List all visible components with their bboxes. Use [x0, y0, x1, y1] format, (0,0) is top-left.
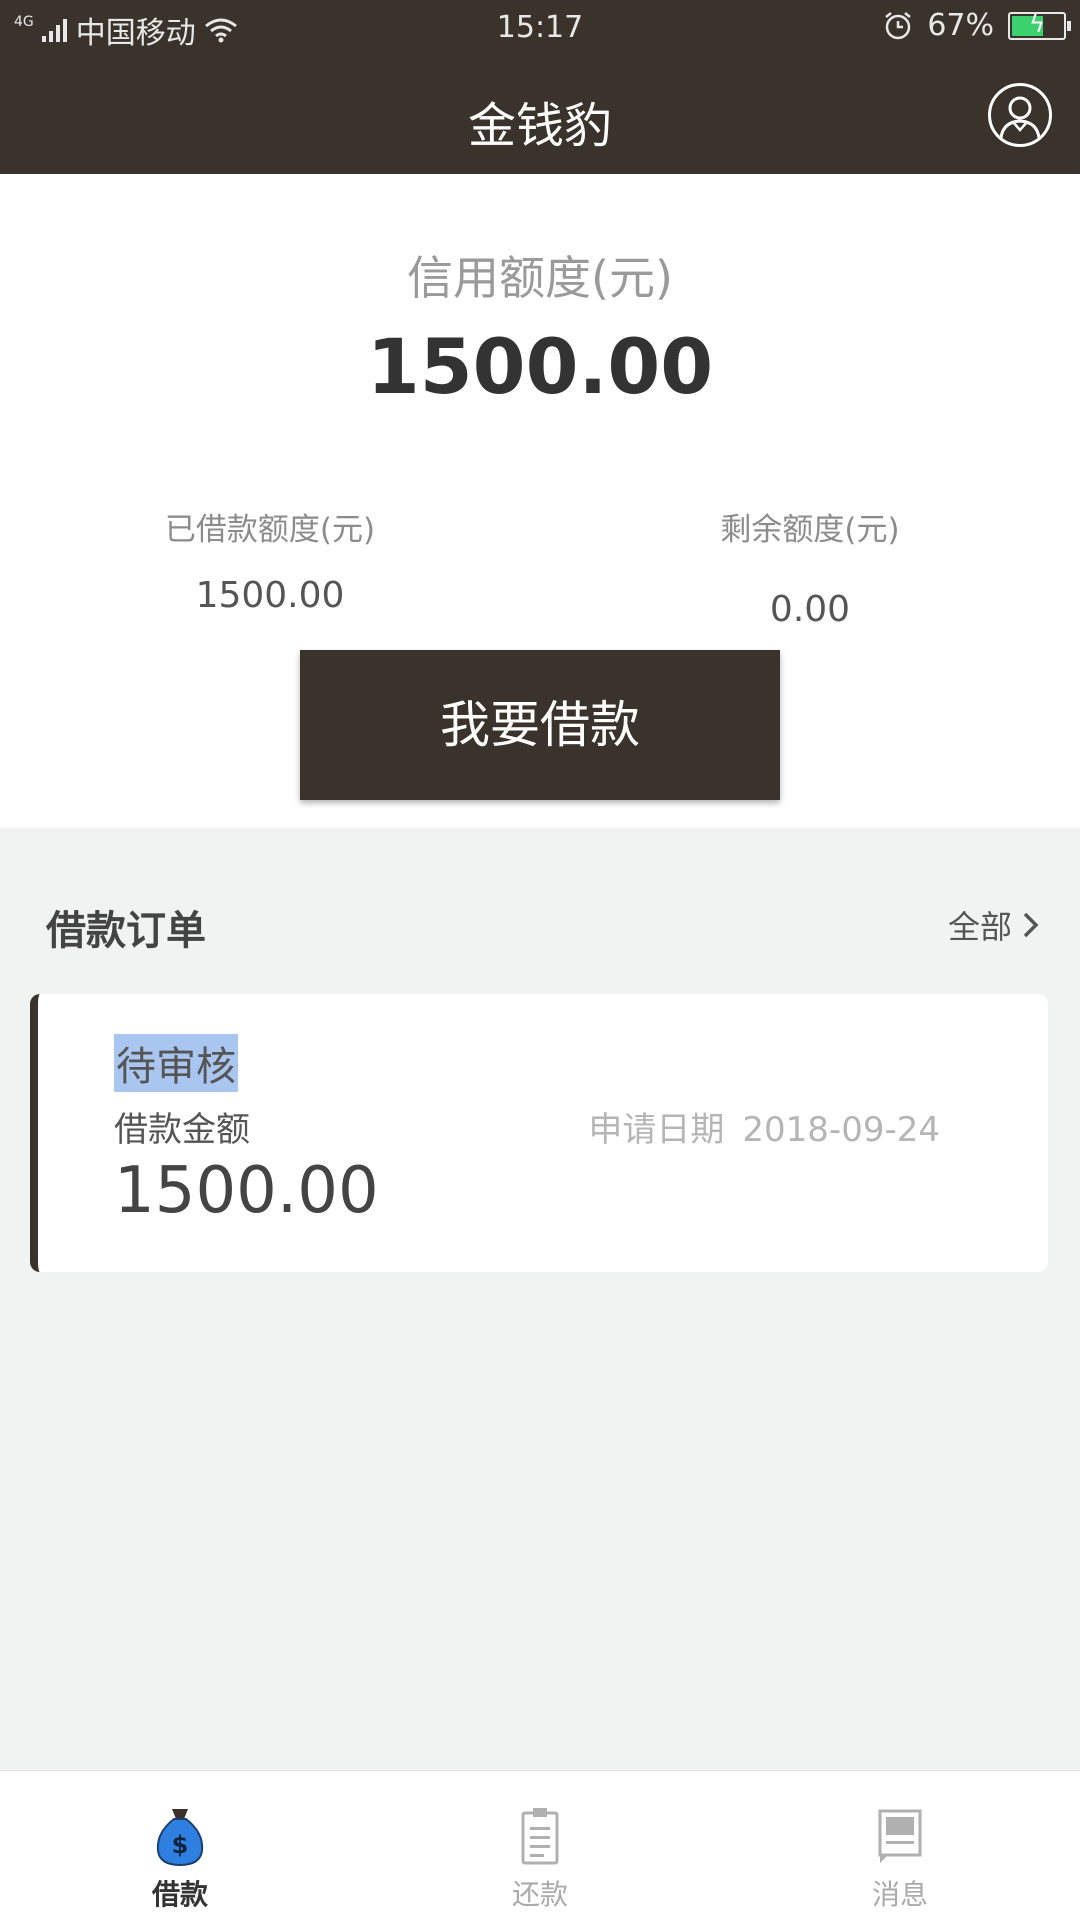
tab-messages-label: 消息	[871, 1878, 928, 1911]
borrow-button[interactable]: 我要借款	[300, 650, 780, 800]
message-icon	[878, 1809, 922, 1863]
chevron-right-icon	[1023, 912, 1039, 938]
remaining-credit-label: 剩余额度(元)	[720, 512, 900, 548]
credit-limit-value: 1500.00	[366, 322, 714, 411]
user-avatar-icon	[999, 96, 1041, 139]
profile-button[interactable]	[988, 83, 1052, 147]
order-amount-label: 借款金额	[114, 1110, 250, 1150]
view-all-label: 全部	[947, 908, 1012, 946]
battery-percent: 67%	[927, 8, 994, 43]
tab-messages[interactable]: 消息	[720, 1771, 1080, 1921]
order-date: 申请日期 2018-09-24	[588, 1102, 940, 1151]
tab-borrow-label: 借款	[151, 1878, 208, 1911]
money-bag-icon: $	[156, 1809, 204, 1867]
status-bar: 4G 中国移动 15:17 67% ϟ	[0, 0, 1080, 58]
alarm-icon	[885, 11, 912, 39]
credit-limit-label: 信用额度(元)	[407, 251, 673, 305]
used-credit-value: 1500.00	[195, 575, 345, 616]
order-status: 待审核	[114, 1034, 238, 1092]
bottom-tab-bar: $ 借款 还款 消息	[0, 1770, 1080, 1921]
battery-icon: ϟ	[1008, 9, 1071, 40]
order-amount: 1500.00	[114, 1154, 379, 1228]
page-title: 金钱豹	[467, 98, 612, 154]
tab-borrow[interactable]: $ 借款	[0, 1771, 360, 1921]
remaining-credit: 剩余额度(元) 0.00	[610, 504, 1010, 630]
charging-icon: ϟ	[1029, 9, 1045, 38]
clipboard-icon	[521, 1808, 559, 1865]
orders-title: 借款订单	[46, 908, 206, 954]
used-credit-label: 已借款额度(元)	[164, 512, 376, 548]
svg-text:$: $	[172, 1831, 189, 1859]
order-date-label: 申请日期	[588, 1110, 725, 1150]
order-card[interactable]: 待审核 借款金额 申请日期 2018-09-24 1500.00	[30, 994, 1048, 1272]
order-date-value: 2018-09-24	[742, 1110, 940, 1150]
remaining-credit-value: 0.00	[769, 589, 851, 630]
status-right: 67% ϟ	[883, 8, 1071, 43]
app-header: 金钱豹	[0, 58, 1080, 174]
credit-summary: 信用额度(元) 1500.00 已借款额度(元) 1500.00 剩余额度(元)…	[0, 174, 1080, 828]
tab-repay-label: 还款	[511, 1878, 568, 1911]
view-all-orders-link[interactable]: 全部	[948, 902, 1040, 948]
orders-header: 借款订单 全部	[0, 880, 1080, 960]
used-credit: 已借款额度(元) 1500.00	[70, 504, 470, 616]
tab-repay[interactable]: 还款	[360, 1771, 720, 1921]
